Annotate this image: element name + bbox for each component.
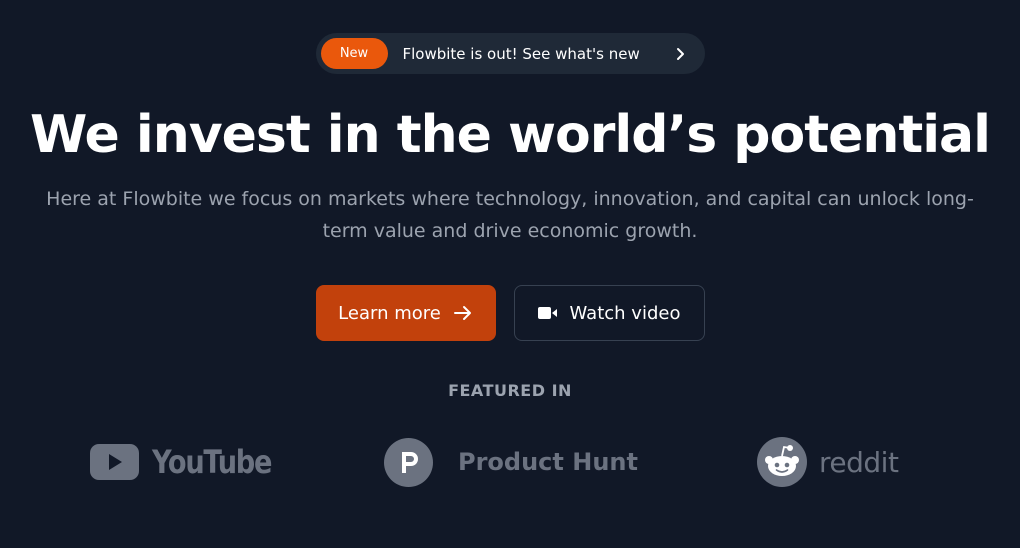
cta-buttons: Learn more Watch video (315, 285, 705, 341)
youtube-wordmark: YouTube (152, 443, 272, 481)
featured-heading: FEATURED IN (448, 381, 572, 400)
video-camera-icon (537, 307, 557, 319)
youtube-icon (90, 444, 139, 480)
chevron-right-icon (676, 47, 684, 60)
hero-description: Here at Flowbite we focus on markets whe… (46, 188, 974, 242)
learn-more-label: Learn more (338, 302, 441, 324)
learn-more-button[interactable]: Learn more (315, 285, 496, 341)
product-hunt-logo[interactable]: Product Hunt (384, 436, 638, 488)
announcement-banner[interactable]: New Flowbite is out! See what's new (315, 33, 705, 74)
youtube-logo[interactable]: YouTube (90, 436, 292, 488)
page-title: We invest in the world’s potential (30, 105, 991, 165)
arrow-right-icon (453, 306, 471, 320)
featured-logos: YouTube Product Hunt reddit (0, 436, 1020, 488)
reddit-logo[interactable]: reddit (757, 436, 899, 488)
watch-video-label: Watch video (569, 302, 681, 324)
hero-section: New Flowbite is out! See what's new We i… (0, 0, 1020, 548)
product-hunt-wordmark: Product Hunt (458, 448, 638, 476)
new-badge: New (320, 38, 388, 69)
watch-video-button[interactable]: Watch video (513, 285, 705, 341)
product-hunt-icon (384, 437, 433, 487)
reddit-wordmark: reddit (819, 445, 899, 479)
announcement-text: Flowbite is out! See what's new (402, 44, 640, 63)
reddit-icon (757, 437, 807, 487)
